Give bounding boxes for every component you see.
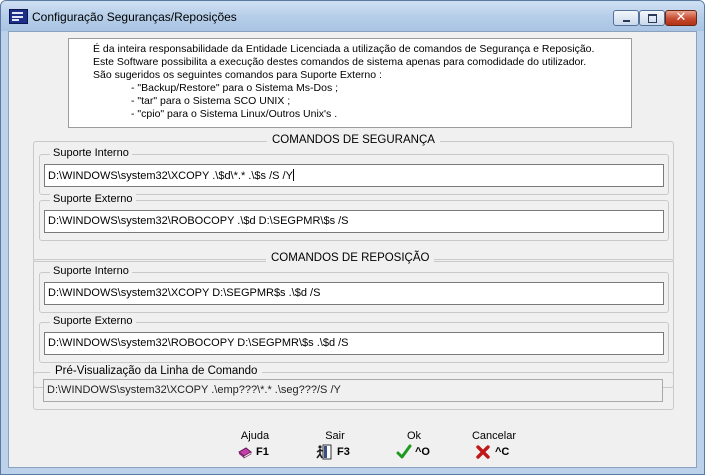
- restore-commands-title: COMANDOS DE REPOSIÇÃO: [266, 252, 435, 264]
- security-internal-label: Suporte Interno: [50, 147, 132, 159]
- info-line: Este Software possibilita a execução des…: [93, 56, 587, 68]
- restore-internal-label: Suporte Interno: [50, 265, 132, 277]
- help-button-label: Ajuda: [240, 430, 270, 442]
- check-icon: [396, 444, 412, 459]
- cancel-button-key: ^C: [495, 446, 510, 458]
- cancel-button[interactable]: Cancelar ^C: [466, 430, 522, 464]
- exit-door-icon: [316, 444, 332, 460]
- security-internal-field[interactable]: D:\WINDOWS\system32\XCOPY .\$d\*.* .\$s …: [44, 164, 664, 187]
- restore-external-field[interactable]: D:\WINDOWS\system32\ROBOCOPY D:\SEGPMR\$…: [44, 332, 664, 355]
- ok-button-label: Ok: [406, 430, 422, 442]
- security-internal-group: Suporte Interno D:\WINDOWS\system32\XCOP…: [39, 147, 669, 195]
- security-external-label: Suporte Externo: [50, 193, 136, 205]
- info-notice: É da inteira responsabilidade da Entidad…: [68, 38, 632, 128]
- dialog-client-area: É da inteira responsabilidade da Entidad…: [8, 31, 697, 468]
- restore-external-group: Suporte Externo D:\WINDOWS\system32\ROBO…: [39, 315, 669, 363]
- info-line: - "Backup/Restore" para o Sistema Ms-Dos…: [131, 82, 339, 94]
- minimize-button[interactable]: [613, 10, 639, 26]
- ok-button[interactable]: Ok ^O: [386, 430, 442, 464]
- title-bar[interactable]: Configuração Seguranças/Reposições ✕: [1, 1, 704, 31]
- security-commands-group: COMANDOS DE SEGURANÇA Suporte Interno D:…: [33, 134, 674, 262]
- help-button-key: F1: [256, 446, 269, 458]
- info-line: São sugeridos os seguintes comandos para…: [93, 69, 382, 81]
- security-commands-title: COMANDOS DE SEGURANÇA: [267, 134, 440, 146]
- dialog-window: Configuração Seguranças/Reposições ✕ É d…: [0, 0, 705, 475]
- command-preview-field: D:\WINDOWS\system32\XCOPY .\emp???\*.* .…: [43, 379, 663, 402]
- ok-button-key: ^O: [415, 446, 430, 458]
- security-external-field[interactable]: D:\WINDOWS\system32\ROBOCOPY .\$d D:\SEG…: [44, 210, 664, 233]
- restore-internal-group: Suporte Interno D:\WINDOWS\system32\XCOP…: [39, 265, 669, 313]
- maximize-button[interactable]: [639, 10, 665, 26]
- help-book-icon: [238, 447, 252, 459]
- close-button[interactable]: ✕: [665, 10, 697, 26]
- window-title: Configuração Seguranças/Reposições: [32, 10, 237, 24]
- text-caret: [292, 169, 294, 181]
- info-line: É da inteira responsabilidade da Entidad…: [93, 43, 595, 55]
- exit-button[interactable]: Sair F3: [307, 430, 363, 464]
- restore-internal-field[interactable]: D:\WINDOWS\system32\XCOPY D:\SEGPMR$s .\…: [44, 282, 664, 305]
- security-external-group: Suporte Externo D:\WINDOWS\system32\ROBO…: [39, 193, 669, 241]
- command-preview-title: Pré-Visualização da Linha de Comando: [50, 365, 263, 377]
- minimize-icon: [623, 20, 630, 22]
- info-line: - "cpio" para o Sistema Linux/Outros Uni…: [131, 108, 338, 120]
- command-preview-group: Pré-Visualização da Linha de Comando D:\…: [33, 365, 674, 410]
- close-icon: ✕: [675, 10, 687, 25]
- exit-button-key: F3: [337, 446, 350, 458]
- cross-icon: [476, 445, 490, 459]
- exit-button-label: Sair: [325, 430, 345, 442]
- restore-external-label: Suporte Externo: [50, 315, 136, 327]
- help-button[interactable]: Ajuda F1: [227, 430, 283, 464]
- maximize-icon: [648, 14, 657, 23]
- info-line: - "tar" para o Sistema SCO UNIX ;: [131, 95, 291, 107]
- app-icon: [9, 9, 28, 24]
- cancel-button-label: Cancelar: [471, 430, 517, 442]
